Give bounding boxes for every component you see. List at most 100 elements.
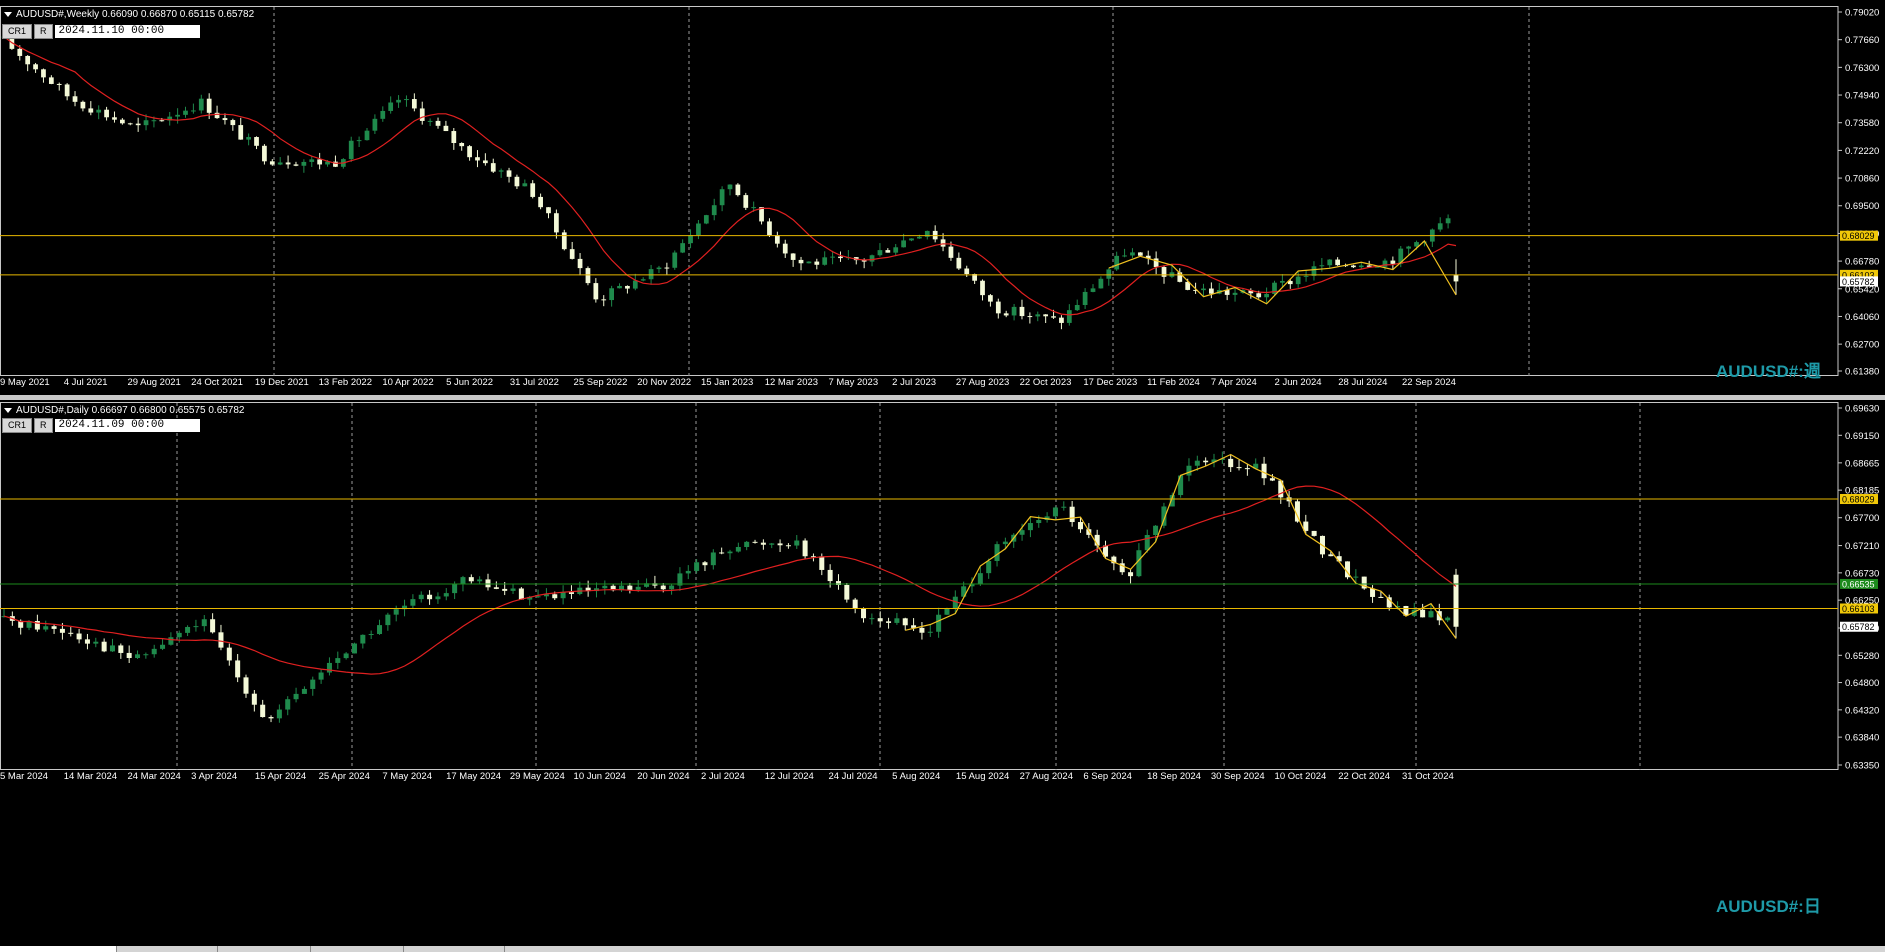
candle-body bbox=[696, 223, 701, 235]
collapse-triangle-icon[interactable] bbox=[4, 407, 12, 413]
candle-body bbox=[459, 143, 465, 147]
weekly-chart-header: AUDUSD#,Weekly 0.66090 0.66870 0.65115 0… bbox=[4, 9, 254, 20]
candle-body bbox=[1378, 596, 1384, 598]
candle-body bbox=[1036, 520, 1042, 524]
candle-body bbox=[1098, 278, 1104, 289]
daily-chart-pane[interactable]: 0.69630 0.69150 0.68665 0.68185 0.67700 0.672… bbox=[0, 400, 1885, 946]
x-date-label: 15 Aug 2024 bbox=[956, 771, 1009, 782]
collapse-triangle-icon[interactable] bbox=[4, 11, 12, 17]
candle-body bbox=[246, 137, 251, 140]
candle-body bbox=[635, 586, 641, 590]
candle-body bbox=[1090, 288, 1096, 292]
candle-body bbox=[59, 628, 65, 633]
daily-r-button[interactable]: R bbox=[34, 418, 53, 433]
candle-body bbox=[664, 267, 670, 269]
y-tick-label: 0.66780 bbox=[1845, 257, 1879, 268]
candle-body bbox=[994, 544, 1000, 561]
candle-body bbox=[977, 573, 983, 584]
x-date-label: 29 May 2024 bbox=[510, 771, 565, 782]
y-tick-label: 0.72220 bbox=[1845, 146, 1879, 157]
chart-tab-4[interactable] bbox=[311, 946, 404, 952]
candle-body bbox=[360, 634, 366, 644]
chart-tab-3[interactable] bbox=[218, 946, 311, 952]
candle-body bbox=[1328, 554, 1334, 557]
x-date-label: 5 Jun 2022 bbox=[446, 377, 493, 388]
candle-body bbox=[609, 288, 614, 301]
candle-body bbox=[640, 279, 646, 281]
candle-body bbox=[1002, 541, 1008, 545]
candle-body bbox=[735, 546, 741, 552]
candle-body bbox=[909, 238, 914, 241]
candle-body bbox=[1351, 265, 1356, 268]
candle-body bbox=[301, 161, 307, 166]
candle-body bbox=[135, 123, 141, 126]
candle-body bbox=[380, 110, 386, 119]
chart-tab-5[interactable] bbox=[404, 946, 505, 952]
candle-body bbox=[310, 679, 316, 689]
candle-body bbox=[120, 119, 125, 124]
candle-body bbox=[819, 556, 825, 570]
chart-tab-1[interactable] bbox=[0, 946, 117, 952]
candle-body bbox=[601, 299, 607, 301]
candle-body bbox=[518, 588, 524, 600]
candle-body bbox=[568, 592, 574, 594]
candle-body bbox=[1406, 246, 1412, 249]
candle-body bbox=[498, 170, 504, 172]
candle-body bbox=[660, 585, 666, 590]
candle-body bbox=[452, 584, 458, 594]
candle-body bbox=[68, 632, 74, 634]
candle-body bbox=[546, 207, 551, 214]
x-date-label: 17 May 2024 bbox=[446, 771, 501, 782]
weekly-chart-pane[interactable]: 0.79020 0.77660 0.76300 0.74940 0.73580 0.722… bbox=[0, 0, 1885, 395]
x-date-label: 31 Jul 2022 bbox=[510, 377, 559, 388]
x-date-label: 7 May 2023 bbox=[828, 377, 878, 388]
candle-body bbox=[790, 253, 796, 260]
candle-body bbox=[569, 249, 575, 259]
candle-body bbox=[502, 588, 508, 591]
candle-body bbox=[84, 639, 90, 644]
x-date-label: 18 Sep 2024 bbox=[1147, 771, 1201, 782]
candle-body bbox=[193, 626, 199, 628]
candle-body bbox=[593, 283, 599, 300]
candle-body bbox=[852, 599, 858, 609]
candle-body bbox=[785, 545, 791, 547]
x-date-label: 15 Apr 2024 bbox=[255, 771, 306, 782]
candle-body bbox=[703, 215, 709, 224]
candle-body bbox=[694, 562, 700, 571]
weekly-date-field[interactable]: 2024.11.10 00:00 bbox=[54, 25, 200, 38]
candle-body bbox=[318, 672, 324, 680]
daily-cr1-button[interactable]: CR1 bbox=[2, 418, 33, 433]
candle-body bbox=[1122, 255, 1127, 257]
x-date-label: 19 Dec 2021 bbox=[255, 377, 309, 388]
x-date-label: 12 Jul 2024 bbox=[765, 771, 814, 782]
candle-body bbox=[1370, 588, 1376, 597]
candle-body bbox=[126, 652, 132, 658]
candle-body bbox=[552, 594, 558, 599]
candle-body bbox=[191, 110, 196, 112]
candle-body bbox=[443, 593, 449, 597]
candle-body bbox=[1311, 530, 1317, 536]
candle-body bbox=[385, 614, 391, 626]
candle-body bbox=[118, 645, 124, 653]
candle-body bbox=[752, 541, 758, 543]
x-date-label: 3 Apr 2024 bbox=[191, 771, 237, 782]
weekly-r-button[interactable]: R bbox=[34, 24, 53, 39]
chart-tab-bar[interactable] bbox=[0, 946, 1885, 952]
y-tick-label: 0.65280 bbox=[1845, 651, 1879, 662]
candle-body bbox=[214, 112, 220, 119]
candle-body bbox=[343, 653, 349, 659]
daily-date-field[interactable]: 2024.11.09 00:00 bbox=[54, 419, 200, 432]
chart-tab-2[interactable] bbox=[117, 946, 218, 952]
candle-body bbox=[56, 83, 62, 85]
candle-body bbox=[1453, 275, 1459, 282]
candle-body bbox=[702, 562, 708, 566]
candle-body bbox=[490, 163, 496, 172]
candle-body bbox=[377, 625, 383, 635]
candle-body bbox=[326, 662, 332, 673]
candle-body bbox=[956, 257, 962, 269]
candle-body bbox=[814, 261, 820, 265]
candle-body bbox=[1106, 269, 1112, 279]
price-label: 0.65782 bbox=[1842, 277, 1875, 287]
candle-body bbox=[1335, 259, 1340, 266]
weekly-cr1-button[interactable]: CR1 bbox=[2, 24, 33, 39]
